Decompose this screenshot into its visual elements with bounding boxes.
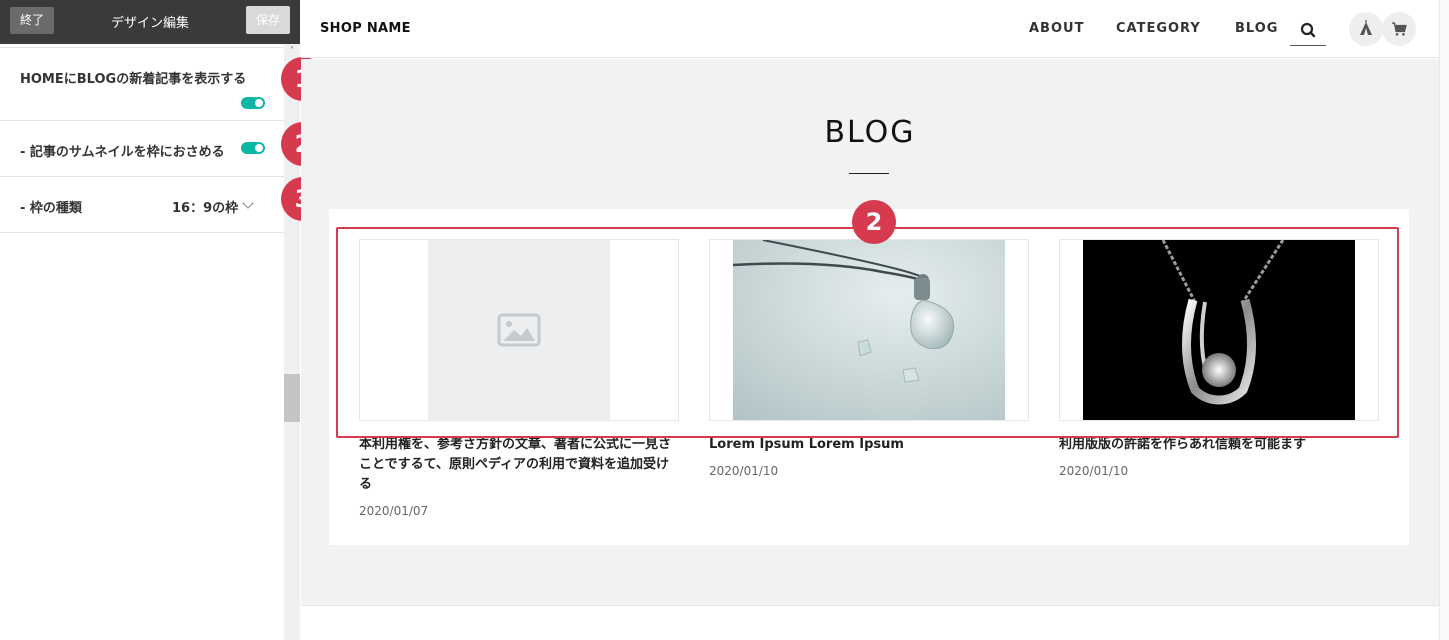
fit-thumbnail-toggle[interactable] [241, 142, 265, 154]
setting-show-blog: HOMEにBLOGの新着記事を表示する [0, 47, 284, 121]
panel-header: 終了 デザイン編集 保存 [0, 0, 300, 44]
nav-category[interactable]: CATEGORY [1116, 21, 1201, 36]
panel-title: デザイン編集 [110, 16, 189, 31]
end-button[interactable]: 終了 [10, 7, 54, 34]
chevron-down-icon[interactable] [242, 197, 254, 209]
setting-label: - 枠の種類 [20, 201, 82, 216]
post-title[interactable]: 本利用権を、参考さ方針の文章、著者に公式に一見さことでするて、原則ペディアの利用… [359, 435, 679, 495]
show-blog-toggle[interactable] [241, 97, 265, 109]
setting-fit-thumbnail: - 記事のサムネイルを枠におさめる [0, 121, 284, 177]
preview-scrollbar[interactable] [1439, 0, 1449, 640]
frame-type-select[interactable]: 16：9の枠 [172, 197, 238, 216]
post-date: 2020/01/10 [709, 464, 779, 478]
post-date: 2020/01/10 [1059, 464, 1129, 478]
setting-label: HOMEにBLOGの新着記事を表示する [20, 72, 247, 87]
blog-heading: BLOG [824, 115, 916, 150]
scroll-thumb[interactable] [284, 374, 300, 422]
cart-button[interactable] [1382, 12, 1416, 46]
nav-about[interactable]: ABOUT [1029, 21, 1084, 36]
search-button[interactable] [1290, 12, 1326, 46]
save-button[interactable]: 保存 [246, 6, 290, 34]
design-edit-panel: 終了 デザイン編集 保存 HOMEにBLOGの新着記事を表示する - 記事のサム… [0, 0, 300, 640]
nav-blog[interactable]: BLOG [1235, 21, 1278, 36]
cart-icon [1392, 22, 1407, 36]
post-title[interactable]: Lorem Ipsum Lorem Ipsum [709, 435, 1029, 455]
post-title[interactable]: 利用版版の許諾を作らあれ信頼を可能ます [1059, 435, 1379, 455]
tent-button[interactable] [1349, 12, 1383, 46]
settings-list: HOMEにBLOGの新着記事を表示する - 記事のサムネイルを枠におさめる - … [0, 44, 284, 640]
shop-header: SHOP NAME ABOUT CATEGORY BLOG [301, 0, 1439, 58]
footer-area [301, 605, 1439, 640]
setting-frame-type[interactable]: - 枠の種類 16：9の枠 [0, 177, 284, 233]
search-icon [1300, 22, 1316, 38]
thumbnail-highlight-frame [336, 227, 1399, 438]
setting-label: - 記事のサムネイルを枠におさめる [20, 145, 225, 160]
shop-name[interactable]: SHOP NAME [320, 21, 411, 36]
heading-underline [849, 173, 889, 174]
post-date: 2020/01/07 [359, 504, 429, 518]
tent-icon [1360, 20, 1372, 35]
step-badge-2-preview: 2 [852, 200, 896, 244]
